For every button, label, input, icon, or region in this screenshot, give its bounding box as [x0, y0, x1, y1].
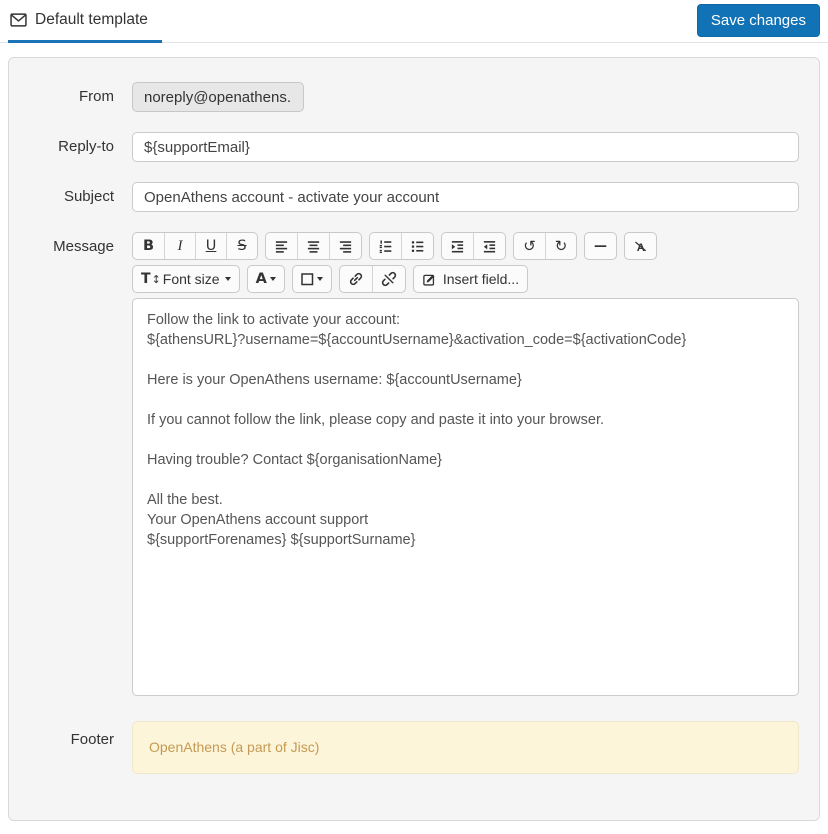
remove-format-icon: A: [633, 239, 648, 254]
footer-label: Footer: [29, 721, 114, 748]
footer-row: Footer OpenAthens (a part of Jisc): [29, 721, 799, 774]
font-size-icon: T: [141, 271, 151, 287]
message-editor-wrapper: B I U S: [132, 232, 799, 701]
tab-default-template[interactable]: Default template: [8, 0, 162, 43]
background-color-group: [292, 265, 332, 293]
reply-to-input[interactable]: [132, 132, 799, 162]
background-color-icon: [301, 273, 314, 286]
from-input: [132, 82, 304, 112]
link-button[interactable]: [340, 266, 372, 292]
from-label: From: [29, 82, 114, 105]
undo-button[interactable]: ↺: [514, 233, 545, 259]
font-size-dropdown[interactable]: T↕ Font size: [133, 266, 239, 292]
underline-button[interactable]: U: [195, 233, 226, 259]
message-row: Message B I U S: [29, 232, 799, 701]
align-right-button[interactable]: [329, 233, 361, 259]
italic-button[interactable]: I: [164, 233, 195, 259]
save-changes-button[interactable]: Save changes: [697, 4, 820, 37]
bold-button[interactable]: B: [133, 233, 164, 259]
font-size-group: T↕ Font size: [132, 265, 240, 293]
insert-field-icon: [422, 272, 437, 287]
alignment-group: [265, 232, 362, 260]
remove-format-group: A: [624, 232, 657, 260]
remove-format-button[interactable]: A: [625, 233, 656, 259]
ordered-list-icon: [378, 239, 393, 254]
subject-input[interactable]: [132, 182, 799, 212]
font-size-label: Font size: [163, 271, 220, 287]
align-center-icon: [306, 239, 321, 254]
italic-icon: I: [178, 238, 183, 255]
chevron-down-icon: [225, 277, 231, 281]
strikethrough-icon: S: [237, 238, 246, 254]
unordered-list-icon: [410, 239, 425, 254]
unlink-button[interactable]: [372, 266, 405, 292]
footer-preview: OpenAthens (a part of Jisc): [132, 721, 799, 774]
outdent-button[interactable]: [473, 233, 505, 259]
align-center-button[interactable]: [297, 233, 329, 259]
message-editor[interactable]: Follow the link to activate your account…: [132, 298, 799, 696]
email-template-form: From Reply-to Subject Message B I U S: [8, 57, 820, 821]
message-label: Message: [29, 232, 114, 255]
horizontal-rule-group: —: [584, 232, 617, 260]
link-icon: [348, 271, 364, 287]
undo-icon: ↺: [523, 239, 536, 254]
link-group: [339, 265, 406, 293]
subject-label: Subject: [29, 182, 114, 205]
font-color-button[interactable]: A: [248, 266, 284, 292]
indent-icon: [450, 239, 465, 254]
reply-to-label: Reply-to: [29, 132, 114, 155]
strikethrough-button[interactable]: S: [226, 233, 257, 259]
indent-group: [441, 232, 506, 260]
font-size-arrows-icon: ↕: [152, 273, 161, 286]
font-color-icon: A: [256, 271, 267, 287]
align-left-button[interactable]: [266, 233, 297, 259]
chevron-down-icon: [317, 277, 323, 281]
redo-button[interactable]: ↻: [545, 233, 576, 259]
text-style-group: B I U S: [132, 232, 258, 260]
underline-icon: U: [206, 238, 217, 254]
envelope-icon: [10, 13, 27, 27]
font-color-group: A: [247, 265, 285, 293]
editor-toolbar-row-1: B I U S: [132, 232, 799, 260]
align-left-icon: [274, 239, 289, 254]
unordered-list-button[interactable]: [401, 233, 433, 259]
redo-icon: ↻: [555, 239, 568, 254]
list-group: [369, 232, 434, 260]
tab-label: Default template: [35, 11, 148, 29]
header-bar: Default template Save changes: [0, 0, 828, 43]
chevron-down-icon: [270, 277, 276, 281]
horizontal-rule-button[interactable]: —: [585, 233, 616, 259]
insert-field-label: Insert field...: [443, 271, 519, 287]
unlink-icon: [381, 271, 397, 287]
insert-field-group: Insert field...: [413, 265, 528, 293]
horizontal-rule-icon: —: [594, 239, 607, 254]
from-row: From: [29, 82, 799, 112]
outdent-icon: [482, 239, 497, 254]
ordered-list-button[interactable]: [370, 233, 401, 259]
reply-to-row: Reply-to: [29, 132, 799, 162]
history-group: ↺ ↻: [513, 232, 577, 260]
editor-toolbar-row-2: T↕ Font size A: [132, 265, 799, 293]
indent-button[interactable]: [442, 233, 473, 259]
bold-icon: B: [143, 238, 154, 254]
background-color-button[interactable]: [293, 266, 331, 292]
footer-text: OpenAthens (a part of Jisc): [149, 739, 319, 755]
subject-row: Subject: [29, 182, 799, 212]
insert-field-button[interactable]: Insert field...: [414, 266, 527, 292]
align-right-icon: [338, 239, 353, 254]
